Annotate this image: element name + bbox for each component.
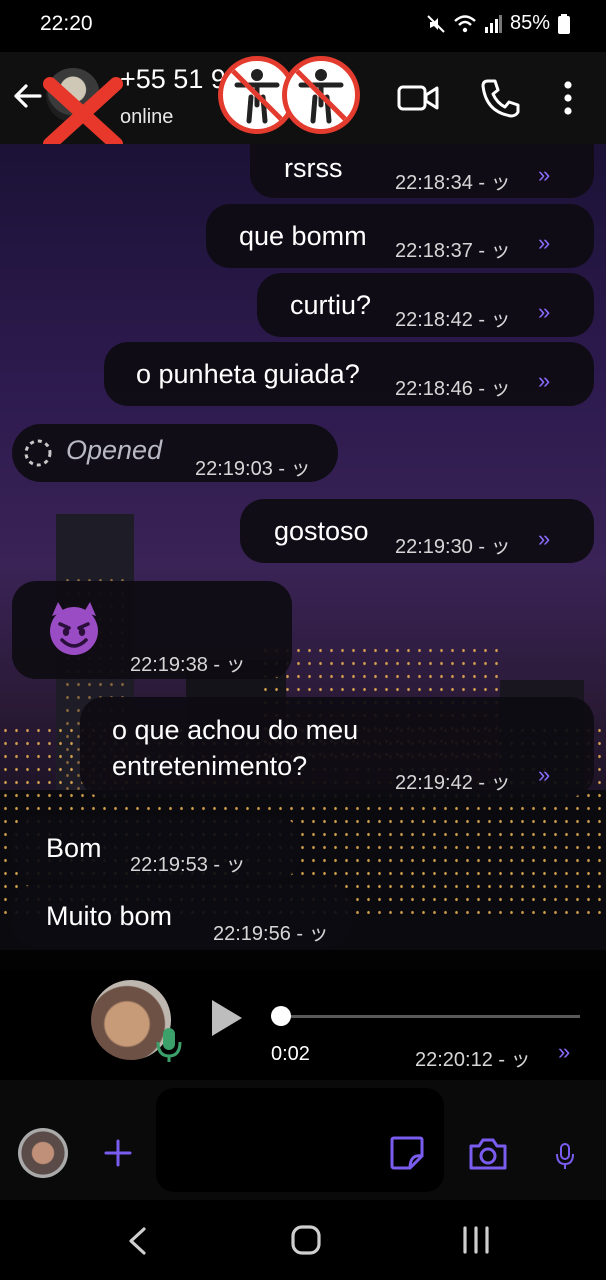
battery-icon (558, 13, 570, 34)
message-text: que bomm (239, 221, 367, 251)
mute-icon (427, 14, 445, 33)
message-text: Muito bom (46, 901, 173, 931)
voice-progress-track[interactable] (280, 1015, 580, 1018)
status-time: 22:20 (40, 12, 93, 35)
read-receipt-icon: » (538, 368, 551, 393)
read-receipt-icon: » (538, 299, 551, 324)
read-receipt-icon: » (538, 762, 551, 787)
system-navigation-bar (0, 1200, 606, 1280)
read-receipt-icon: » (538, 526, 551, 551)
voice-duration: 0:02 (271, 1043, 310, 1065)
message-time: 22:18:46 - ッ (395, 378, 511, 400)
message-time: 22:18:37 - ッ (395, 240, 511, 262)
message-time: 22:19:53 - ッ (130, 854, 246, 876)
read-receipt-icon: » (538, 230, 551, 255)
message-text: gostoso (274, 516, 369, 546)
video-call-icon[interactable] (396, 76, 440, 120)
message-time: 22:20:12 - ッ (415, 1049, 531, 1071)
message-time: 22:19:38 - ッ (130, 654, 246, 676)
phone-icon[interactable] (478, 76, 522, 120)
signal-icon (484, 14, 502, 33)
mic-badge-icon (156, 1028, 182, 1062)
mic-icon[interactable] (555, 1142, 575, 1170)
chat-area[interactable]: rsrss 22:18:34 - ッ » que bomm 22:18:37 -… (0, 144, 606, 1080)
home-nav-icon[interactable] (290, 1224, 322, 1256)
opened-label: Opened (66, 435, 163, 465)
status-icons: 85% (426, 12, 570, 35)
voice-progress-thumb[interactable] (271, 1006, 291, 1026)
contact-status: online (120, 106, 174, 128)
message-time: 22:18:34 - ッ (395, 172, 511, 194)
redaction-x-icon (43, 77, 123, 151)
read-receipt-icon: » (538, 162, 551, 187)
message-time: 22:19:56 - ッ (213, 923, 329, 945)
back-nav-icon[interactable] (126, 1226, 148, 1256)
sticker-icon[interactable] (388, 1134, 426, 1172)
read-receipt-icon: » (558, 1039, 571, 1064)
wifi-icon (454, 14, 476, 32)
message-time: 22:18:42 - ッ (395, 309, 511, 331)
user-avatar[interactable] (18, 1128, 68, 1178)
battery-percent: 85% (509, 12, 550, 34)
message-time: 22:19:30 - ッ (395, 536, 511, 558)
status-bar: 22:20 85% (0, 0, 606, 52)
chat-header: +55 51 9 online (0, 52, 606, 151)
view-once-opened-icon (24, 439, 52, 467)
input-bar (0, 1080, 606, 1200)
message-text: curtiu? (290, 290, 372, 320)
message-time: 22:19:03 - ッ (195, 458, 311, 480)
contact-name[interactable]: +55 51 9 (120, 64, 226, 95)
accessibility-blocked-icon (282, 56, 360, 134)
camera-icon[interactable] (467, 1136, 509, 1172)
message-text-line2: entretenimento? (112, 751, 308, 781)
message-text: rsrss (284, 153, 343, 183)
message-text-line1: o que achou do meu (112, 715, 359, 745)
more-options-icon[interactable] (558, 76, 578, 120)
smiling-devil-emoji (50, 602, 98, 655)
message-text: Bom (46, 833, 102, 863)
message-time: 22:19:42 - ッ (395, 772, 511, 794)
message-text: o punheta guiada? (136, 359, 360, 389)
message-bubble-outgoing[interactable] (80, 697, 594, 797)
play-icon[interactable] (208, 998, 244, 1038)
add-icon[interactable] (103, 1138, 133, 1168)
recents-nav-icon[interactable] (462, 1226, 490, 1254)
